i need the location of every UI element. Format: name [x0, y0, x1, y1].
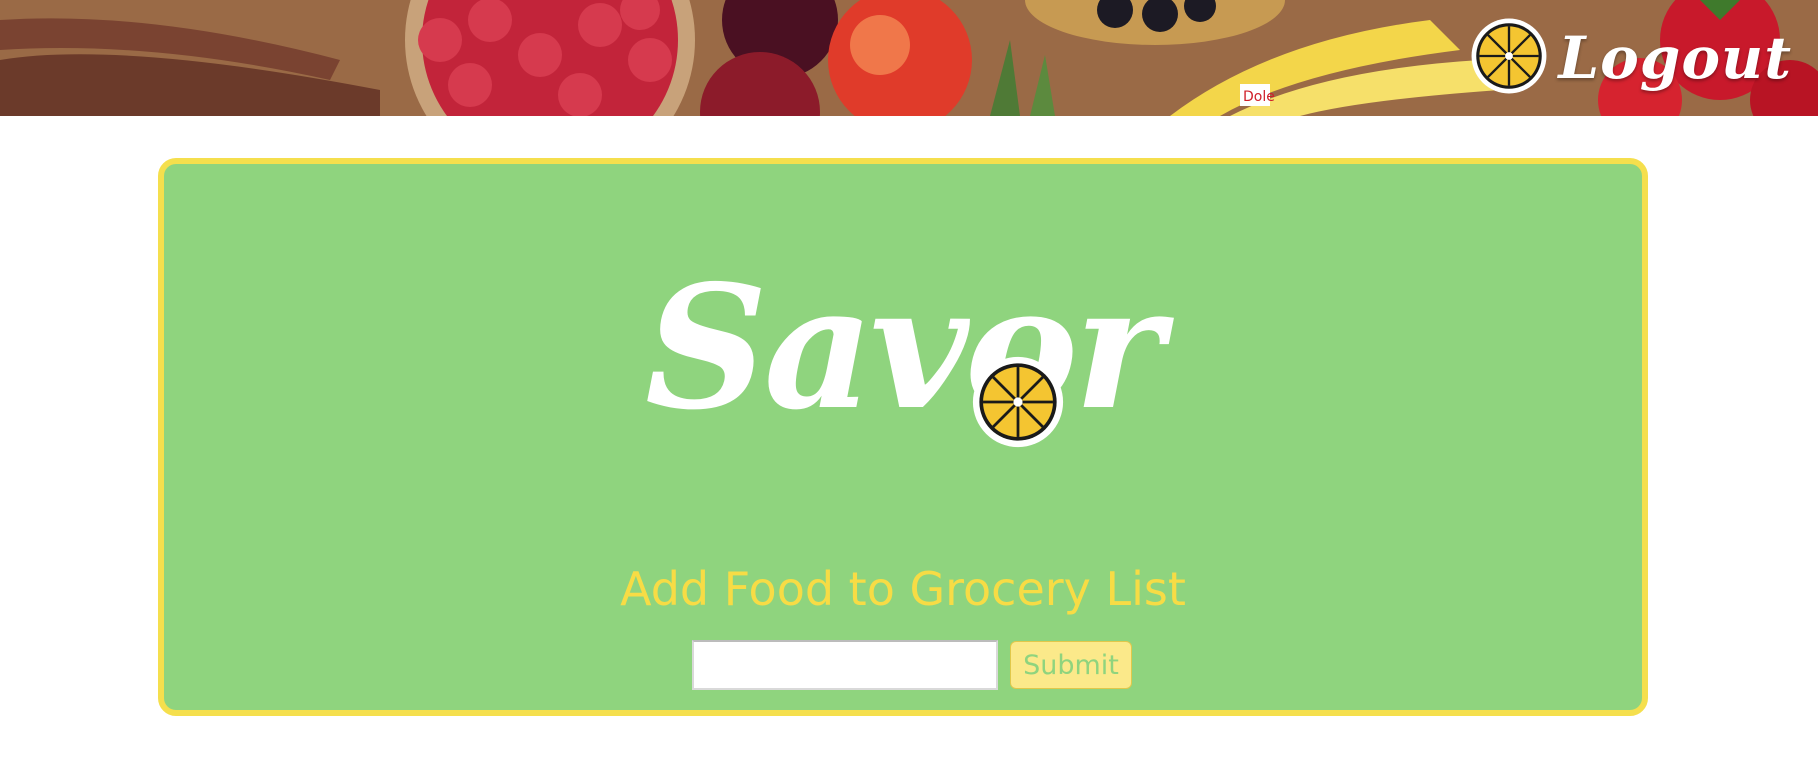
lemon-slice-icon [1470, 17, 1548, 99]
header-banner: Dole Logout [0, 0, 1818, 116]
grocery-card: Savor Add Food to Grocery List Submit [158, 158, 1648, 716]
grocery-heading: Add Food to Grocery List [620, 562, 1186, 616]
logo-text: Savor [645, 248, 1164, 448]
savor-logo: Savor [645, 248, 1165, 448]
svg-text:Dole: Dole [1243, 89, 1275, 105]
submit-button[interactable]: Submit [1010, 641, 1132, 689]
lemon-slice-icon [972, 356, 1064, 452]
food-input[interactable] [692, 640, 998, 690]
grocery-form: Submit [692, 640, 1132, 690]
logout-label[interactable]: Logout [1558, 24, 1792, 92]
logout-button[interactable]: Logout [1470, 12, 1792, 104]
